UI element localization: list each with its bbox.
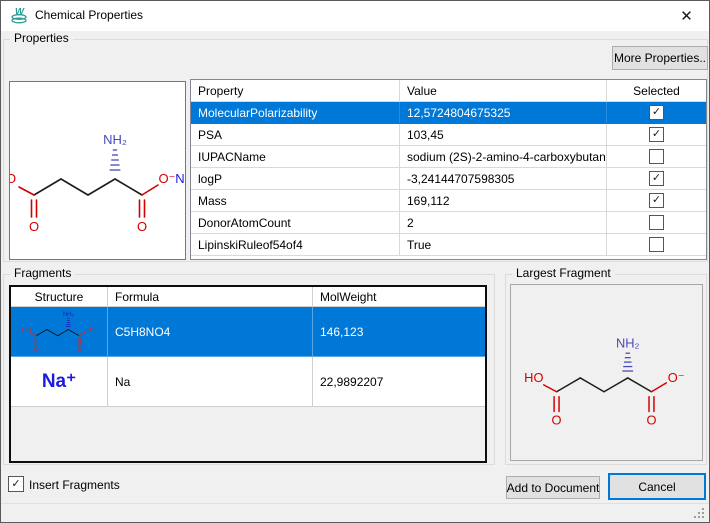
row-checkbox[interactable]: ✓ xyxy=(649,105,664,120)
cancel-button[interactable]: Cancel xyxy=(608,473,706,500)
largest-fragment-panel: HO O⁻ O O NH₂ xyxy=(510,284,703,461)
svg-text:O: O xyxy=(34,345,39,352)
table-row[interactable]: MolecularPolarizability 12,5724804675325… xyxy=(191,102,706,124)
fragments-group-label: Fragments xyxy=(10,266,75,280)
value-cell[interactable]: True xyxy=(400,234,607,255)
selected-cell[interactable] xyxy=(607,234,706,255)
value-cell[interactable]: -3,24144707598305 xyxy=(400,168,607,189)
glutamic-acid-structure: HO O⁻ O O NH₂ xyxy=(511,285,702,460)
svg-text:HO: HO xyxy=(524,370,543,385)
close-icon[interactable]: ✕ xyxy=(664,1,709,30)
fragment-molweight-cell[interactable]: 22,9892207 xyxy=(313,357,485,407)
fragment-formula-cell[interactable]: C5H8NO4 xyxy=(108,307,313,357)
fragment-molweight-cell[interactable]: 146,123 xyxy=(313,307,485,357)
svg-text:O⁻: O⁻ xyxy=(87,326,95,333)
svg-text:O⁻: O⁻ xyxy=(159,171,176,186)
property-cell[interactable]: DonorAtomCount xyxy=(191,212,400,233)
row-checkbox[interactable] xyxy=(649,149,664,164)
svg-text:O⁻: O⁻ xyxy=(668,370,685,385)
table-row[interactable]: IUPACName sodium (2S)-2-amino-4-carboxyb… xyxy=(191,146,706,168)
fragments-table: Structure Formula MolWeight xyxy=(9,285,487,463)
svg-text:NH₂: NH₂ xyxy=(616,335,640,350)
svg-text:NH₂: NH₂ xyxy=(103,132,127,147)
property-cell[interactable]: logP xyxy=(191,168,400,189)
properties-table-header: Property Value Selected xyxy=(191,80,706,102)
sodium-ion-label: Na⁺ xyxy=(42,370,76,393)
column-header-property[interactable]: Property xyxy=(191,80,400,101)
table-row[interactable]: DonorAtomCount 2 xyxy=(191,212,706,234)
app-logo-icon: W xyxy=(10,6,28,25)
table-row[interactable]: PSA 103,45 ✓ xyxy=(191,124,706,146)
value-cell[interactable]: 2 xyxy=(400,212,607,233)
property-cell[interactable]: MolecularPolarizability xyxy=(191,102,400,123)
property-cell[interactable]: LipinskiRuleof54of4 xyxy=(191,234,400,255)
row-checkbox[interactable] xyxy=(649,215,664,230)
value-cell[interactable]: 169,112 xyxy=(400,190,607,211)
column-header-selected[interactable]: Selected xyxy=(607,80,706,101)
svg-text:O: O xyxy=(77,345,82,352)
sodium-glutamate-structure: O O⁻ O O NH₂ N xyxy=(10,82,185,259)
selected-cell[interactable]: ✓ xyxy=(607,168,706,189)
molecule-preview-panel: O O⁻ O O NH₂ N xyxy=(9,81,186,260)
insert-fragments-checkbox[interactable]: ✓ xyxy=(8,476,24,492)
more-properties-button[interactable]: More Properties.. xyxy=(612,46,708,70)
selected-cell[interactable]: ✓ xyxy=(607,124,706,145)
column-header-value[interactable]: Value xyxy=(400,80,607,101)
title-bar[interactable]: W Chemical Properties ✕ xyxy=(1,1,709,31)
properties-group-label: Properties xyxy=(10,31,73,45)
column-header-formula[interactable]: Formula xyxy=(108,287,313,307)
row-checkbox[interactable] xyxy=(649,237,664,252)
add-to-document-button[interactable]: Add to Document xyxy=(506,476,600,499)
fragment-formula-cell[interactable]: Na xyxy=(108,357,313,407)
value-cell[interactable]: 103,45 xyxy=(400,124,607,145)
value-cell[interactable]: 12,5724804675325 xyxy=(400,102,607,123)
window-title: Chemical Properties xyxy=(35,1,143,30)
svg-text:NH₂: NH₂ xyxy=(63,311,75,318)
properties-table: Property Value Selected MolecularPolariz… xyxy=(190,79,707,260)
svg-text:O: O xyxy=(29,219,39,234)
status-strip xyxy=(1,503,709,523)
selected-cell[interactable]: ✓ xyxy=(607,102,706,123)
largest-fragment-group-label: Largest Fragment xyxy=(512,266,615,280)
svg-text:O: O xyxy=(552,412,562,427)
table-row[interactable]: logP -3,24144707598305 ✓ xyxy=(191,168,706,190)
table-row[interactable]: LipinskiRuleof54of4 True xyxy=(191,234,706,256)
selected-cell[interactable]: ✓ xyxy=(607,190,706,211)
glutamate-structure-thumbnail: HO O⁻ O O NH₂ xyxy=(14,309,104,355)
selected-cell[interactable] xyxy=(607,146,706,167)
row-checkbox[interactable]: ✓ xyxy=(649,127,664,142)
selected-cell[interactable] xyxy=(607,212,706,233)
table-row[interactable]: Mass 169,112 ✓ xyxy=(191,190,706,212)
resize-grip[interactable] xyxy=(693,507,705,519)
svg-text:N: N xyxy=(175,171,184,186)
svg-text:W: W xyxy=(15,7,25,18)
svg-text:O: O xyxy=(137,219,147,234)
fragments-table-header: Structure Formula MolWeight xyxy=(11,287,485,307)
value-cell[interactable]: sodium (2S)-2-amino-4-carboxybutanoate xyxy=(400,146,607,167)
column-header-structure[interactable]: Structure xyxy=(11,287,108,307)
svg-text:O: O xyxy=(10,171,16,186)
svg-text:O: O xyxy=(646,412,656,427)
row-checkbox[interactable]: ✓ xyxy=(649,171,664,186)
fragment-row-glutamate[interactable]: HO O⁻ O O NH₂ C5H8NO4 146,123 xyxy=(11,307,485,357)
chemical-properties-dialog: W Chemical Properties ✕ Properties More … xyxy=(0,0,710,523)
column-header-molweight[interactable]: MolWeight xyxy=(313,287,485,307)
fragment-structure-cell[interactable]: Na⁺ xyxy=(11,357,108,407)
property-cell[interactable]: PSA xyxy=(191,124,400,145)
insert-fragments-label: Insert Fragments xyxy=(29,478,120,492)
fragment-structure-cell[interactable]: HO O⁻ O O NH₂ xyxy=(11,307,108,357)
fragment-row-sodium[interactable]: Na⁺ Na 22,9892207 xyxy=(11,357,485,407)
svg-text:HO: HO xyxy=(22,326,32,333)
row-checkbox[interactable]: ✓ xyxy=(649,193,664,208)
property-cell[interactable]: IUPACName xyxy=(191,146,400,167)
property-cell[interactable]: Mass xyxy=(191,190,400,211)
